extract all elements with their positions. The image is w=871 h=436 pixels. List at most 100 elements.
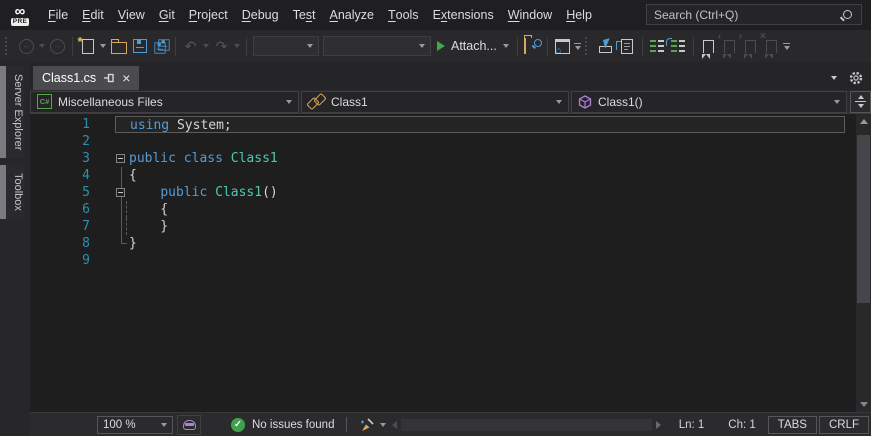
save-button[interactable]	[129, 34, 150, 58]
outlining-margin[interactable]	[115, 133, 129, 150]
column-indicator[interactable]: Ch: 1	[728, 419, 756, 431]
menu-git[interactable]: Git	[152, 0, 182, 30]
zoom-combo[interactable]: 100 %	[97, 415, 173, 434]
outlining-margin[interactable]	[115, 201, 129, 218]
broom-icon	[361, 417, 375, 431]
horizontal-scrollbar-thumb[interactable]	[401, 418, 652, 431]
gear-icon[interactable]	[849, 71, 863, 85]
toolbox-tab[interactable]: Toolbox	[0, 165, 24, 220]
toolbar-overflow-button[interactable]	[573, 34, 583, 58]
search-box[interactable]: Search (Ctrl+Q)	[646, 4, 862, 25]
clear-bookmarks-button[interactable]: ×	[760, 31, 782, 59]
navigate-backward-button[interactable]	[16, 34, 37, 58]
tab-list-dropdown[interactable]	[831, 76, 837, 80]
split-window-button[interactable]	[850, 90, 871, 113]
current-line-highlight: using System;	[115, 116, 845, 133]
uncomment-lines-button[interactable]	[666, 34, 689, 58]
member-list-button[interactable]	[596, 34, 617, 58]
line-number[interactable]: 2	[30, 133, 92, 150]
menu-file[interactable]: File	[41, 0, 75, 30]
scroll-right-icon[interactable]	[655, 420, 661, 429]
configuration-combo[interactable]	[253, 36, 319, 56]
toolbar-grip-handle[interactable]	[5, 37, 12, 55]
vertical-scrollbar-thumb[interactable]	[857, 135, 870, 303]
line-number[interactable]: 1	[30, 116, 92, 133]
menu-analyze[interactable]: Analyze	[323, 0, 381, 30]
copilot-status-button[interactable]	[177, 414, 201, 435]
toolbar-separator	[641, 36, 643, 56]
toolbar-grip-handle[interactable]	[584, 37, 592, 55]
save-all-button[interactable]	[150, 34, 171, 58]
next-bookmark-button[interactable]: ›	[739, 31, 761, 59]
member-dropdown[interactable]: Class1()	[571, 90, 847, 113]
outlining-margin[interactable]	[115, 252, 129, 269]
pin-icon[interactable]	[103, 72, 115, 84]
menu-window[interactable]: Window	[501, 0, 559, 30]
line-number[interactable]: 4	[30, 167, 92, 184]
clear-bookmarks-icon	[765, 39, 777, 59]
code-cleanup-button[interactable]	[359, 417, 387, 433]
line-body	[115, 133, 845, 150]
toolbar-overflow-button[interactable]	[782, 34, 792, 58]
find-in-files-button[interactable]	[522, 34, 543, 58]
menu-help[interactable]: Help	[559, 0, 599, 30]
menu-tools[interactable]: Tools	[381, 0, 426, 30]
previous-bookmark-button[interactable]: ‹	[718, 31, 740, 59]
vertical-scrollbar[interactable]	[856, 114, 871, 412]
toggle-bookmark-button[interactable]	[698, 34, 719, 59]
menu-view[interactable]: View	[111, 0, 152, 30]
server-explorer-tab[interactable]: Server Explorer	[0, 66, 24, 159]
close-icon[interactable]: ×	[122, 71, 130, 85]
line-number[interactable]: 8	[30, 235, 92, 252]
redo-dropdown[interactable]	[232, 34, 242, 58]
menu-debug[interactable]: Debug	[235, 0, 286, 30]
open-file-button[interactable]	[108, 34, 129, 58]
outlining-margin[interactable]	[115, 150, 129, 167]
code-text: public class Class1	[129, 151, 278, 166]
line-number[interactable]: 5	[30, 184, 92, 201]
menu-test[interactable]: Te s t	[286, 0, 323, 30]
outlining-margin[interactable]	[116, 117, 130, 132]
menu-extensions[interactable]: Ex tensions	[426, 0, 501, 30]
navigate-forward-button[interactable]	[47, 34, 68, 58]
code-editor[interactable]: 1 using System; 2 3 public class Class1 4{5 p…	[30, 114, 871, 412]
outlining-margin[interactable]	[115, 235, 129, 252]
outlining-margin[interactable]	[115, 184, 129, 201]
outlining-margin[interactable]	[115, 218, 129, 235]
scroll-up-icon[interactable]	[859, 119, 868, 124]
code-text: {	[129, 202, 169, 217]
line-number[interactable]: 6	[30, 201, 92, 218]
line-ending-indicator[interactable]: CRLF	[818, 415, 869, 434]
statusbar-separator	[346, 417, 348, 432]
solution-explorer-button[interactable]	[552, 34, 573, 58]
collapse-region-icon[interactable]	[116, 188, 125, 197]
platform-combo[interactable]	[323, 36, 431, 56]
type-dropdown[interactable]: Class1	[301, 90, 569, 113]
outlining-margin[interactable]	[115, 167, 129, 184]
new-file-button[interactable]: *	[77, 34, 98, 58]
horizontal-scrollbar[interactable]	[392, 413, 661, 436]
menu-project[interactable]: Project	[182, 0, 235, 30]
project-dropdown[interactable]: C# Miscellaneous Files	[30, 90, 299, 113]
line-number[interactable]: 3	[30, 150, 92, 167]
document-health-indicator[interactable]: ✓ No issues found	[231, 417, 334, 432]
new-file-dropdown[interactable]	[98, 34, 108, 58]
attach-button[interactable]: Attach...	[433, 39, 513, 53]
undo-dropdown[interactable]	[201, 34, 211, 58]
redo-button[interactable]: ↷	[211, 34, 232, 58]
line-indicator[interactable]: Ln: 1	[679, 419, 705, 431]
line-number[interactable]: 9	[30, 252, 92, 269]
scroll-left-icon[interactable]	[392, 420, 398, 429]
indent-mode-indicator[interactable]: TABS	[767, 415, 817, 434]
parameter-info-button[interactable]	[616, 34, 638, 58]
menu-edit[interactable]: Edit	[75, 0, 111, 30]
document-tab-class1[interactable]: Class1.cs ×	[33, 66, 140, 90]
scroll-down-icon[interactable]	[859, 402, 868, 407]
undo-button[interactable]: ↶	[180, 34, 201, 58]
toolbar-separator	[516, 36, 518, 56]
csharp-file-icon: C#	[37, 94, 52, 109]
navigate-backward-dropdown[interactable]	[37, 34, 47, 58]
comment-lines-button[interactable]	[647, 34, 668, 58]
collapse-region-icon[interactable]	[116, 154, 125, 163]
line-number[interactable]: 7	[30, 218, 92, 235]
